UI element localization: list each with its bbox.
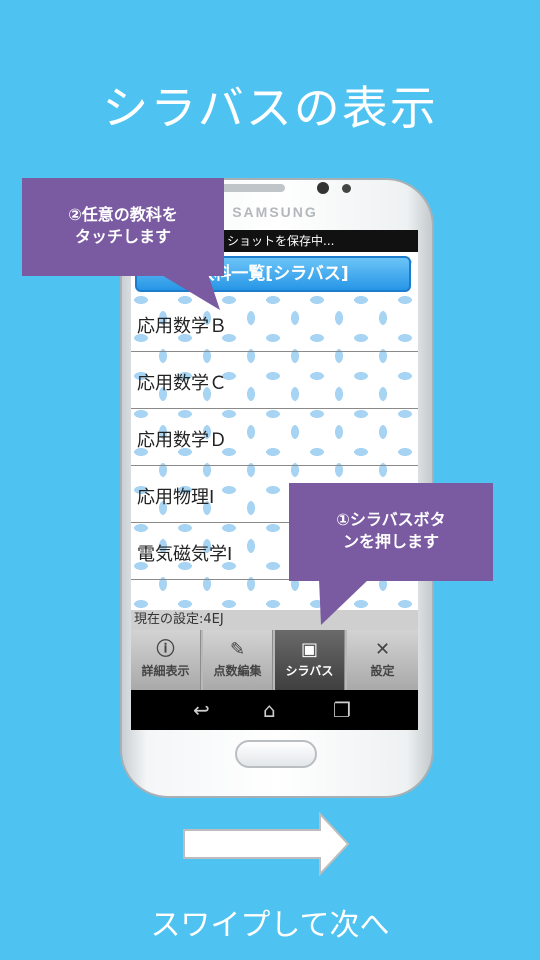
home-icon[interactable]: ⌂ [263, 698, 276, 722]
info-icon: ⓘ [156, 639, 175, 660]
callout-select-subject: ②任意の教科を タッチします [22, 178, 224, 276]
pencil-icon: ✎ [229, 639, 246, 660]
sensor-icon [342, 184, 351, 193]
list-item-label: 応用数学Ｂ [137, 316, 227, 337]
phone-brand: SAMSUNG [232, 204, 318, 220]
list-item[interactable]: 応用数学Ｃ [131, 353, 418, 409]
list-item-label: 応用数学Ｄ [137, 430, 227, 451]
phone-home-button[interactable] [235, 740, 317, 768]
recent-apps-icon[interactable]: ❐ [333, 698, 351, 722]
page-title: シラバスの表示 [102, 81, 438, 135]
tab-label: 詳細表示 [141, 664, 190, 678]
tools-icon: ✕ [374, 639, 391, 660]
swipe-arrow-icon [183, 812, 350, 876]
list-item-label: 電気磁気学Ⅰ [137, 544, 233, 565]
image-icon: ▣ [300, 639, 318, 660]
tab-label: 点数編集 [213, 664, 262, 678]
tab-details[interactable]: ⓘ 詳細表示 [131, 630, 201, 690]
callout-tail-top [160, 274, 220, 310]
list-item-label: 応用数学Ｃ [137, 373, 227, 394]
tab-syllabus[interactable]: ▣ シラバス [275, 630, 345, 690]
callout-syllabus-button: ①シラバスボタ ンを押します [289, 483, 493, 581]
list-item[interactable]: 応用数学Ｄ [131, 410, 418, 466]
callout-tail-bottom [319, 579, 369, 625]
tab-label: シラバス [285, 664, 334, 678]
list-item-label: 応用物理Ⅰ [137, 487, 215, 508]
tab-label: 設定 [370, 664, 395, 678]
android-nav-bar: ↩ ⌂ ❐ [131, 690, 418, 730]
tab-score-edit[interactable]: ✎ 点数編集 [203, 630, 273, 690]
front-camera-icon [317, 182, 329, 194]
back-icon[interactable]: ↩ [193, 698, 210, 722]
tab-settings[interactable]: ✕ 設定 [347, 630, 418, 690]
swipe-hint: スワイプして次へ [150, 908, 390, 943]
bottom-tab-bar: ⓘ 詳細表示 ✎ 点数編集 ▣ シラバス ✕ 設定 [131, 630, 418, 690]
